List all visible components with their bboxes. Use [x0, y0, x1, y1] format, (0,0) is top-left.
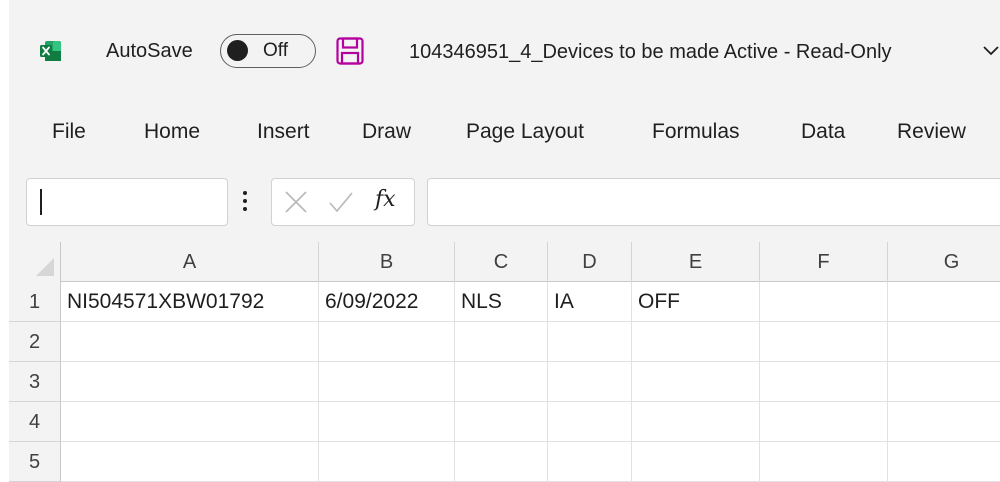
cell-b4[interactable] — [319, 402, 455, 442]
tab-page-layout[interactable]: Page Layout — [466, 120, 584, 144]
cell-d4[interactable] — [548, 402, 632, 442]
cell-f1[interactable] — [760, 282, 888, 322]
cell-b3[interactable] — [319, 362, 455, 402]
excel-logo-icon — [40, 41, 61, 61]
cell-g4[interactable] — [888, 402, 1000, 442]
autosave-label: AutoSave — [106, 40, 193, 62]
cell-d1[interactable]: IA — [548, 282, 632, 322]
cell-g5[interactable] — [888, 442, 1000, 482]
cell-e5[interactable] — [632, 442, 760, 482]
enter-check-icon[interactable] — [328, 190, 354, 214]
excel-window: AutoSave Off 104346951_4_Devices to be m… — [9, 0, 1000, 482]
column-header-g[interactable]: G — [888, 242, 1000, 282]
tab-formulas[interactable]: Formulas — [652, 120, 740, 144]
column-header-b[interactable]: B — [319, 242, 455, 282]
tab-insert[interactable]: Insert — [257, 120, 310, 144]
more-options-icon[interactable] — [242, 188, 248, 214]
cell-g1[interactable] — [888, 282, 1000, 322]
cell-c5[interactable] — [455, 442, 548, 482]
cell-d3[interactable] — [548, 362, 632, 402]
insert-function-icon[interactable]: fx — [375, 187, 396, 212]
column-header-c[interactable]: C — [455, 242, 548, 282]
tab-home[interactable]: Home — [144, 120, 200, 144]
row-header-5[interactable]: 5 — [9, 442, 61, 482]
column-header-d[interactable]: D — [548, 242, 632, 282]
cell-a2[interactable] — [61, 322, 319, 362]
tab-data[interactable]: Data — [801, 120, 845, 144]
formula-controls: fx — [271, 178, 415, 226]
tab-review[interactable]: Review — [897, 120, 966, 144]
row-header-1[interactable]: 1 — [9, 282, 61, 322]
text-caret — [40, 189, 42, 215]
cell-a1[interactable]: NI504571XBW01792 — [61, 282, 319, 322]
cell-b1[interactable]: 6/09/2022 — [319, 282, 455, 322]
cell-c3[interactable] — [455, 362, 548, 402]
cell-a3[interactable] — [61, 362, 319, 402]
autosave-toggle[interactable]: Off — [220, 34, 316, 68]
left-edge — [0, 0, 9, 480]
cell-g3[interactable] — [888, 362, 1000, 402]
row-header-3[interactable]: 3 — [9, 362, 61, 402]
row-header-2[interactable]: 2 — [9, 322, 61, 362]
column-header-e[interactable]: E — [632, 242, 760, 282]
cell-a5[interactable] — [61, 442, 319, 482]
save-icon[interactable] — [335, 36, 365, 66]
row-header-4[interactable]: 4 — [9, 402, 61, 442]
document-title[interactable]: 104346951_4_Devices to be made Active - … — [409, 41, 892, 64]
tab-draw[interactable]: Draw — [362, 120, 411, 144]
cell-f2[interactable] — [760, 322, 888, 362]
cell-e3[interactable] — [632, 362, 760, 402]
chevron-down-icon[interactable] — [982, 45, 1000, 57]
cell-e2[interactable] — [632, 322, 760, 362]
select-all-corner[interactable] — [9, 242, 61, 282]
column-header-a[interactable]: A — [61, 242, 319, 282]
formula-input[interactable] — [427, 178, 1000, 226]
cell-f4[interactable] — [760, 402, 888, 442]
cell-e1[interactable]: OFF — [632, 282, 760, 322]
cell-c4[interactable] — [455, 402, 548, 442]
cell-g2[interactable] — [888, 322, 1000, 362]
worksheet-grid: A B C D E F G 1 2 3 4 5 NI504571XBW01792… — [9, 242, 1000, 482]
cell-b5[interactable] — [319, 442, 455, 482]
cell-d5[interactable] — [548, 442, 632, 482]
formula-bar: fx — [9, 166, 1000, 238]
cell-c1[interactable]: NLS — [455, 282, 548, 322]
cell-f5[interactable] — [760, 442, 888, 482]
select-all-triangle — [36, 258, 54, 276]
cell-a4[interactable] — [61, 402, 319, 442]
cell-e4[interactable] — [632, 402, 760, 442]
column-header-f[interactable]: F — [760, 242, 888, 282]
cell-f3[interactable] — [760, 362, 888, 402]
toggle-knob — [227, 40, 248, 61]
column-header-row: A B C D E F G — [9, 242, 1000, 282]
tab-file[interactable]: File — [52, 120, 86, 144]
cell-b2[interactable] — [319, 322, 455, 362]
name-box[interactable] — [26, 178, 228, 226]
title-bar: AutoSave Off 104346951_4_Devices to be m… — [9, 0, 1000, 100]
cell-d2[interactable] — [548, 322, 632, 362]
autosave-state: Off — [263, 40, 288, 61]
cell-c2[interactable] — [455, 322, 548, 362]
cancel-icon[interactable] — [284, 190, 308, 214]
ribbon-tabs: File Home Insert Draw Page Layout Formul… — [9, 108, 1000, 158]
